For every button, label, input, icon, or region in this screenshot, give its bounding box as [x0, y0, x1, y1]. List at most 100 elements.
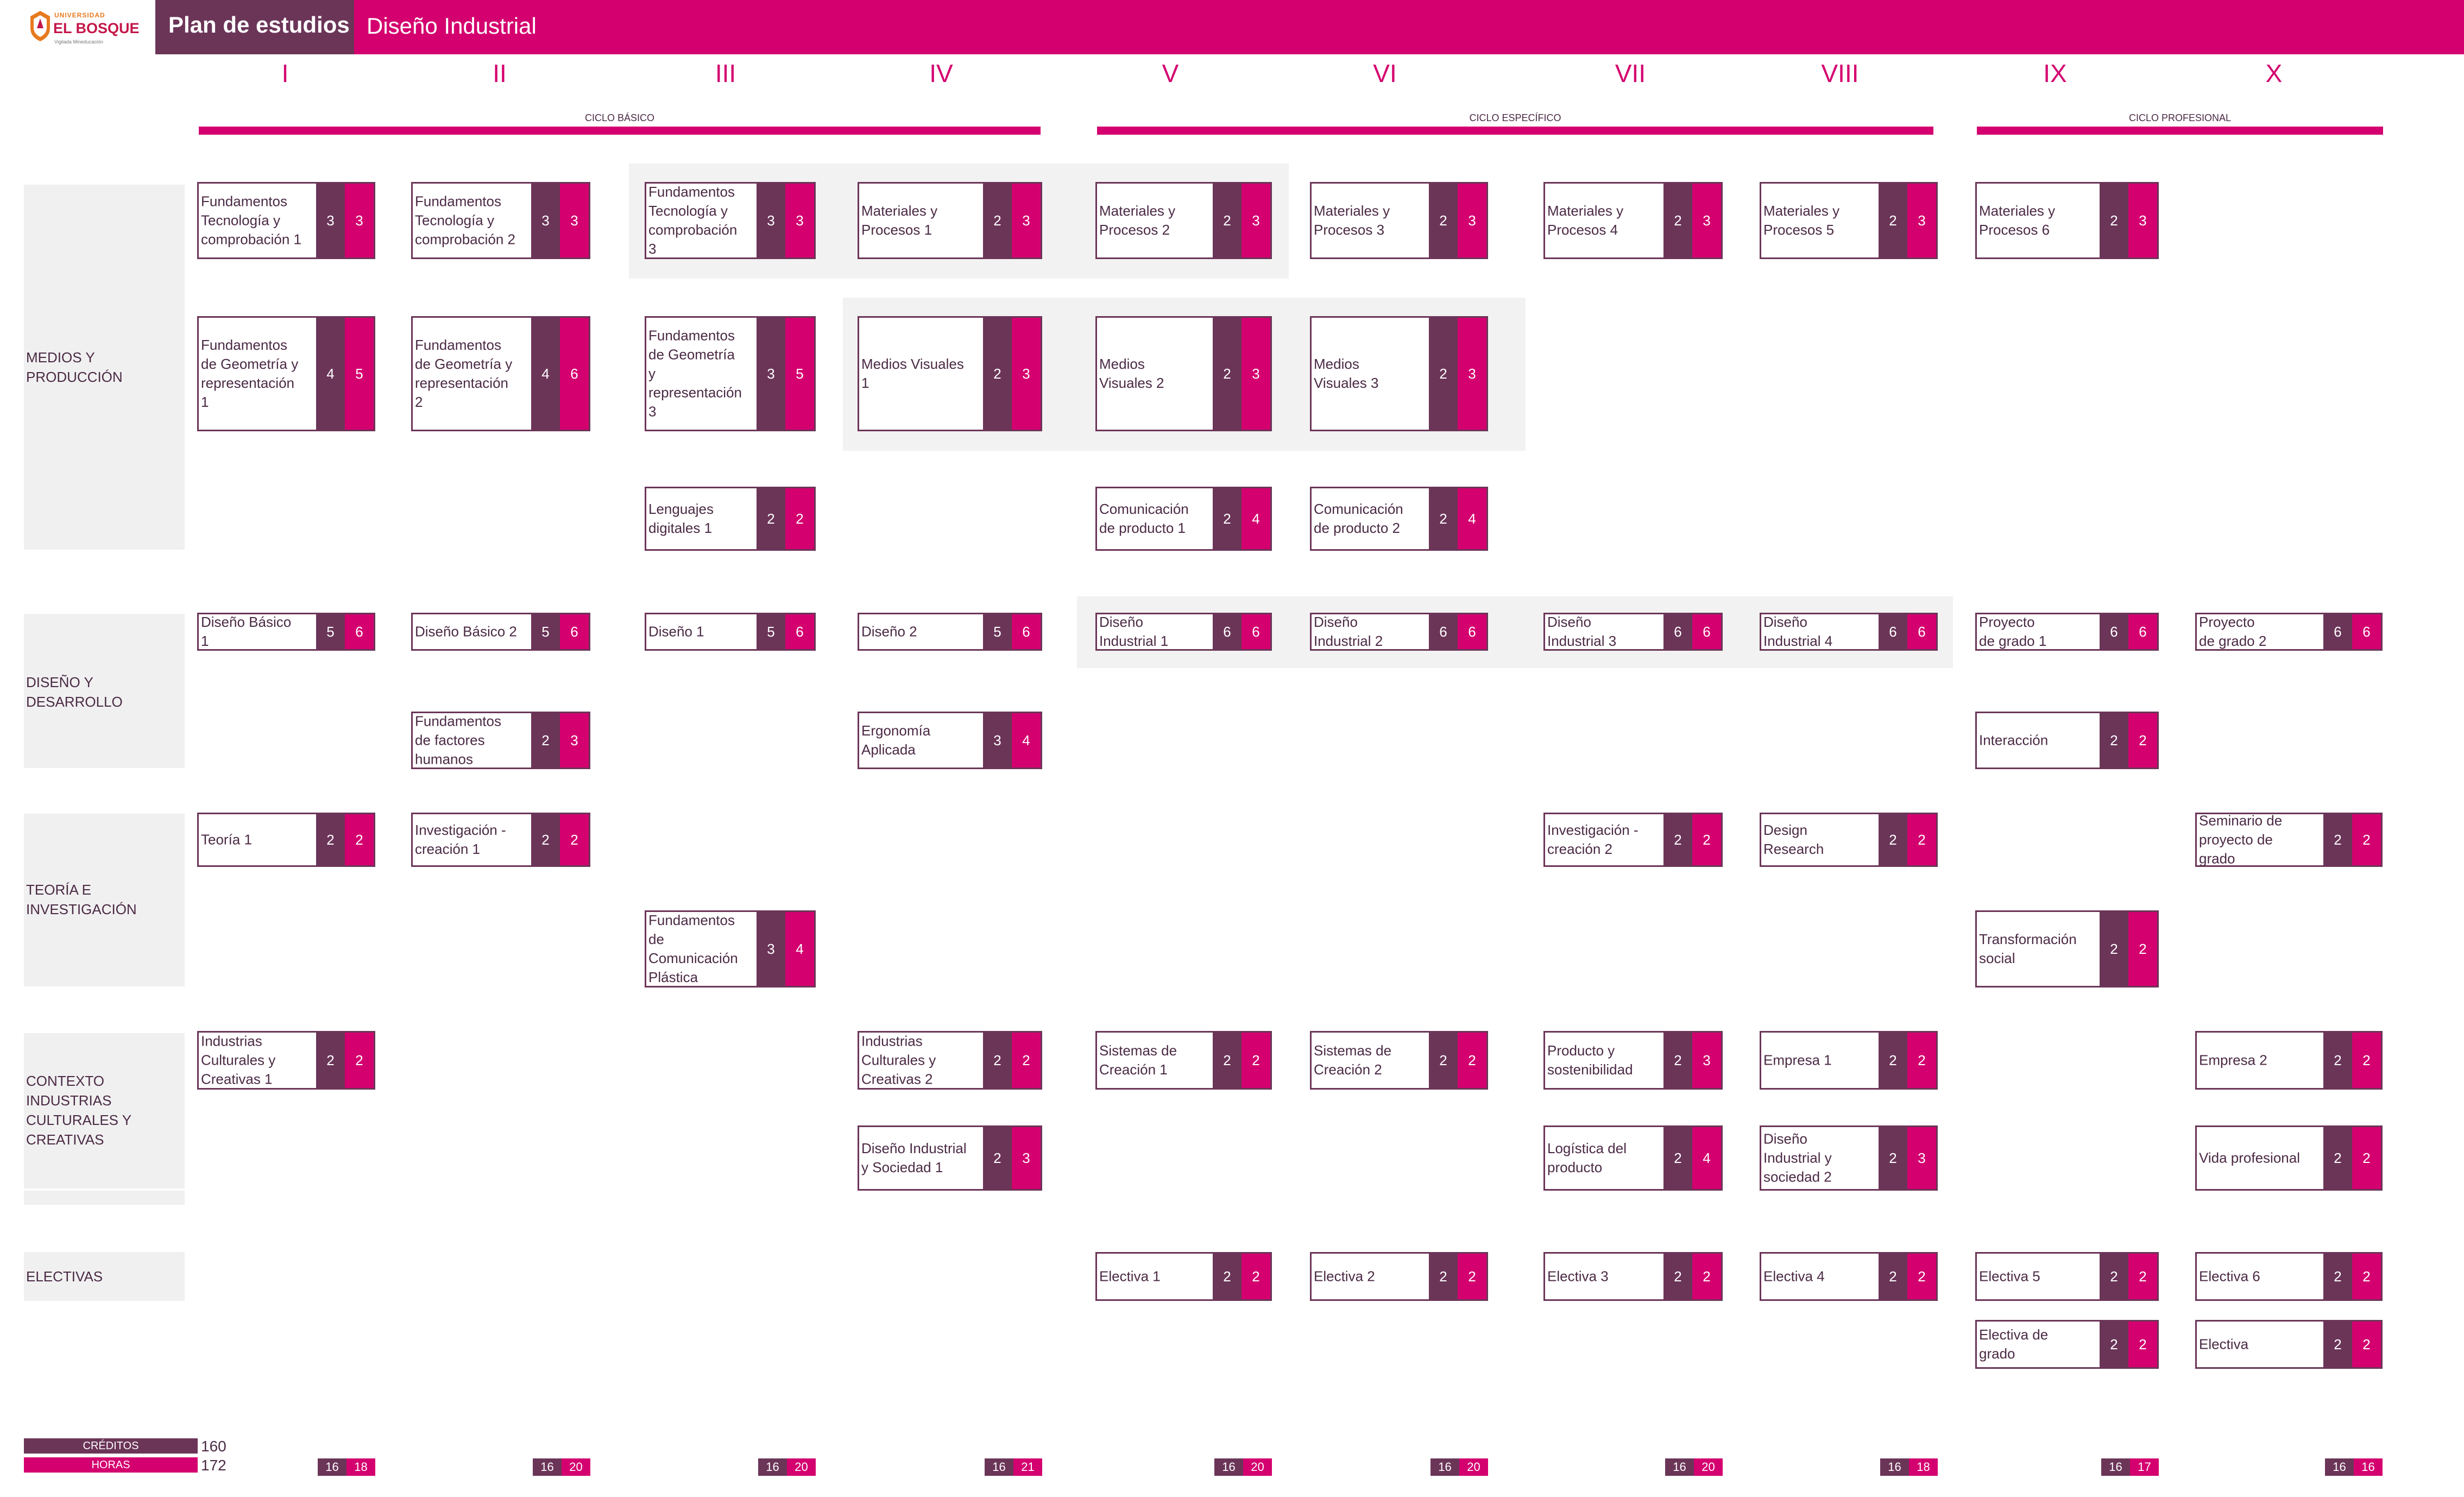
course-card[interactable]: Proyecto de grado 2 66: [2195, 613, 2383, 651]
course-card[interactable]: Empresa 1 22: [1760, 1031, 1938, 1090]
program-name: Diseño Industrial: [367, 13, 537, 39]
course-card[interactable]: Electiva 1 22: [1095, 1252, 1272, 1301]
course-name: Materiales y Procesos 3: [1314, 203, 1390, 238]
logo-university-word: UNIVERSIDAD: [54, 11, 105, 19]
course-hours: 4: [1242, 488, 1270, 549]
course-card[interactable]: Lenguajes digitales 1 22: [645, 487, 816, 551]
course-card[interactable]: Diseño Industrial 4 66: [1760, 613, 1938, 651]
semester-credits-total: 16: [985, 1458, 1013, 1476]
course-card[interactable]: Diseño Industrial 2 66: [1310, 613, 1488, 651]
course-card[interactable]: Proyecto de grado 1 66: [1975, 613, 2159, 651]
course-card[interactable]: Materiales y Procesos 4 23: [1543, 182, 1723, 259]
course-card[interactable]: Comunicación de producto 1 24: [1095, 487, 1272, 551]
course-card[interactable]: Diseño Industrial y Sociedad 1 23: [858, 1125, 1042, 1191]
course-card[interactable]: Medios Visuales 2 23: [1095, 316, 1272, 431]
course-card[interactable]: Diseño Industrial 1 66: [1095, 613, 1272, 651]
course-hours: 3: [1242, 318, 1270, 430]
course-card[interactable]: Electiva 4 22: [1760, 1252, 1938, 1301]
course-card[interactable]: Materiales y Procesos 5 23: [1760, 182, 1938, 259]
course-card[interactable]: Ergonomía Aplicada 3 4: [858, 712, 1042, 769]
semester-hours-total: 18: [1909, 1458, 1938, 1476]
course-card[interactable]: Diseño Básico 1 56: [197, 613, 375, 651]
course-card[interactable]: Industrias Culturales y Creativas 2 22: [858, 1031, 1042, 1090]
course-card[interactable]: Electiva 5 22: [1975, 1252, 2159, 1301]
course-name: Investigación - creación 2: [1547, 822, 1639, 857]
course-card[interactable]: Medios Visuales 3 23: [1310, 316, 1488, 431]
course-card[interactable]: Fundamentos Tecnología y comprobación 2 3…: [411, 182, 590, 259]
course-card[interactable]: Investigación - creación 2 22: [1543, 813, 1723, 867]
course-card[interactable]: Diseño Industrial 3 66: [1543, 613, 1723, 651]
semester-6-heading: VI: [1373, 59, 1397, 87]
course-hours: 2: [2128, 912, 2157, 986]
course-card[interactable]: Fundamentos de Geometría y representació…: [197, 316, 375, 431]
course-card[interactable]: Investigación - creación 1 22: [411, 813, 590, 867]
course-card[interactable]: Diseño 1 56: [645, 613, 816, 651]
course-card[interactable]: Vida profesional 2 2: [2195, 1125, 2383, 1191]
course-hours: 3: [1458, 318, 1486, 430]
category-label: TEORÍA E INVESTIGACIÓN: [26, 882, 137, 917]
course-hours: 2: [1242, 1033, 1270, 1088]
course-card[interactable]: Empresa 2 22: [2195, 1031, 2383, 1090]
course-hours: 2: [2352, 1127, 2381, 1189]
course-card[interactable]: Medios Visuales 1 23: [858, 316, 1042, 431]
course-card[interactable]: Diseño Básico 2 56: [411, 613, 590, 651]
course-credits: 4: [316, 318, 345, 430]
course-name: Industrias Culturales y Creativas 2: [861, 1033, 936, 1087]
course-card[interactable]: Sistemas de Creación 2 22: [1310, 1031, 1488, 1090]
course-name: Seminario de proyecto de grado: [2199, 812, 2283, 867]
course-card[interactable]: Seminario de proyecto de grado 2 2: [2195, 813, 2383, 867]
header-bar: UNIVERSIDAD EL BOSQUE Vigilada Mineducac…: [0, 0, 2464, 54]
course-hours: 3: [1242, 184, 1270, 257]
course-hours: 2: [2128, 1322, 2157, 1367]
course-hours: 3: [1012, 1127, 1041, 1189]
course-card[interactable]: Electiva 6 22: [2195, 1252, 2383, 1301]
course-hours: 3: [1692, 1033, 1721, 1088]
course-card[interactable]: Sistemas de Creación 1 22: [1095, 1031, 1272, 1090]
course-card[interactable]: Fundamentos Tecnología y comprobación 1 3…: [197, 182, 375, 259]
course-card[interactable]: Fundamentos de Geometría y representació…: [411, 316, 590, 431]
course-card[interactable]: Diseño 2 56: [858, 613, 1042, 651]
course-card[interactable]: Producto y sostenibilidad 2 3: [1543, 1031, 1723, 1090]
course-credits: 2: [1663, 1033, 1692, 1088]
course-name: Empresa 2: [2199, 1052, 2267, 1068]
course-name: Diseño Industrial 4: [1763, 614, 1833, 649]
course-card[interactable]: Fundamentos Tecnología y comprobación 3 3…: [645, 182, 816, 259]
course-card[interactable]: Diseño Industrial y sociedad 2 23: [1760, 1125, 1938, 1191]
course-card[interactable]: Electiva de grado 2 2: [1975, 1320, 2159, 1369]
course-card[interactable]: Fundamentos de factores humanos 2 3: [411, 712, 590, 769]
course-card[interactable]: Transformación social 2 2: [1975, 910, 2159, 987]
course-card[interactable]: Materiales y Procesos 2 23: [1095, 182, 1272, 259]
course-card[interactable]: Electiva 2 22: [1310, 1252, 1488, 1301]
course-credits: 2: [1213, 1254, 1242, 1299]
course-card[interactable]: Fundamentos de Comunicación Plástica 3 4: [645, 910, 816, 987]
course-card[interactable]: Materiales y Procesos 1 23: [858, 182, 1042, 259]
course-name: Diseño Industrial 3: [1547, 614, 1617, 649]
semester-10-heading: X: [2265, 59, 2283, 87]
semester-credits-total: 16: [1880, 1458, 1909, 1476]
course-card[interactable]: Comunicación de producto 2 24: [1310, 487, 1488, 551]
course-credits: 2: [983, 1127, 1012, 1189]
course-hours: 4: [1458, 488, 1486, 549]
course-card[interactable]: Interacción 2 2: [1975, 712, 2159, 769]
course-credits: 2: [2323, 1254, 2352, 1299]
course-credits: 2: [316, 1033, 345, 1088]
course-hours: 2: [2128, 1254, 2157, 1299]
course-card[interactable]: Materiales y Procesos 6 23: [1975, 182, 2159, 259]
course-card[interactable]: Design Research 2 2: [1760, 813, 1938, 867]
course-name: Sistemas de Creación 2: [1314, 1042, 1392, 1078]
course-card[interactable]: Materiales y Procesos 3 23: [1310, 182, 1488, 259]
course-hours: 2: [2352, 1322, 2381, 1367]
category-theory-research: TEORÍA E INVESTIGACIÓN: [24, 814, 185, 986]
course-card[interactable]: Industrias Culturales y Creativas 1 22: [197, 1031, 375, 1090]
semester-8-heading: VIII: [1821, 59, 1859, 87]
course-card[interactable]: Teoría 1 22: [197, 813, 375, 867]
course-hours: 2: [2352, 814, 2381, 865]
course-card[interactable]: Fundamentos de Geometría y representació…: [645, 316, 816, 431]
course-name: Ergonomía Aplicada: [861, 722, 931, 758]
course-card[interactable]: Electiva 2 2: [2195, 1320, 2383, 1369]
course-credits: 5: [983, 614, 1012, 649]
course-hours: 6: [2128, 614, 2157, 649]
course-credits: 4: [531, 318, 560, 430]
course-card[interactable]: Logística del producto 2 4: [1543, 1125, 1723, 1191]
course-card[interactable]: Electiva 3 22: [1543, 1252, 1723, 1301]
